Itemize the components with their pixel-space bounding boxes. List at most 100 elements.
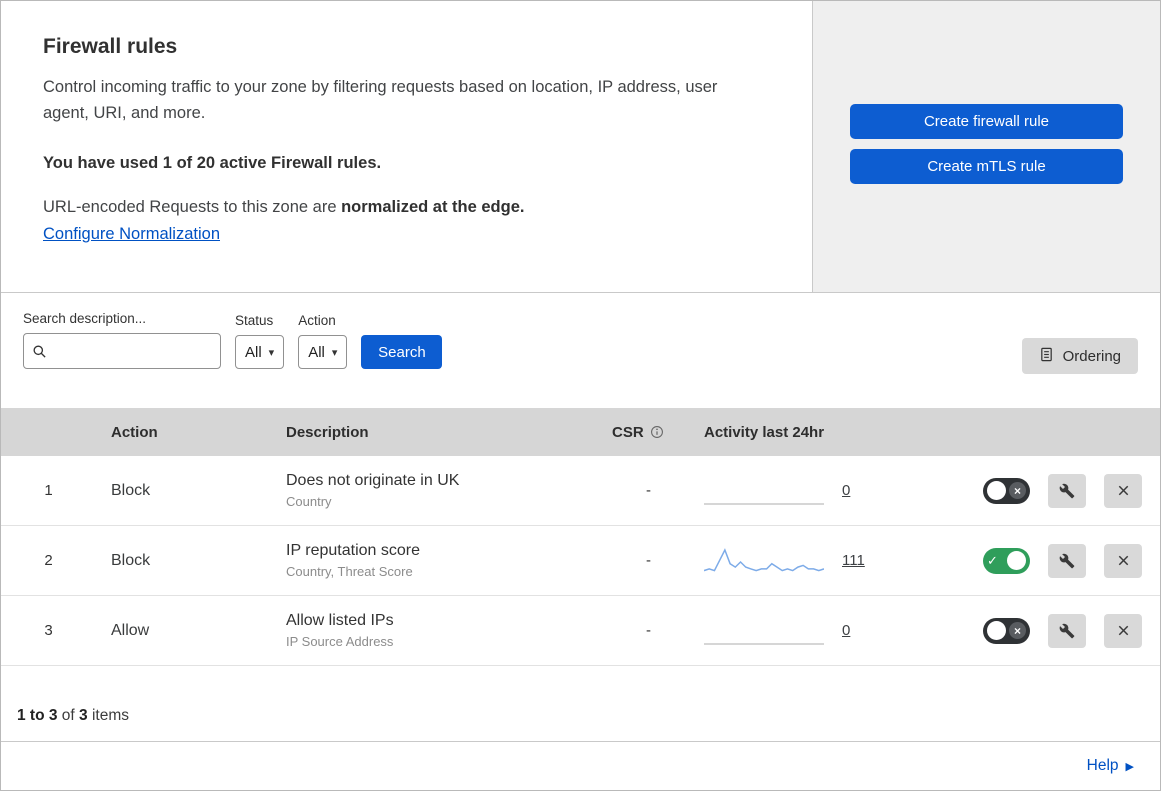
search-group: Search description... xyxy=(23,311,221,369)
rule-controls: × xyxy=(931,473,1160,508)
check-icon: ✓ xyxy=(987,553,998,568)
pagination-of: of xyxy=(61,707,75,724)
delete-rule-button[interactable] xyxy=(1104,543,1142,578)
rule-controls: ✓ xyxy=(931,543,1160,578)
rule-description-cell: IP reputation score Country, Threat Scor… xyxy=(271,542,601,579)
toggle-knob xyxy=(987,621,1006,640)
wrench-icon xyxy=(1059,553,1075,568)
chevron-down-icon: ▾ xyxy=(268,346,275,359)
rule-description: Does not originate in UK xyxy=(286,472,460,489)
x-icon: × xyxy=(1009,482,1026,499)
rule-enabled-toggle[interactable]: × xyxy=(983,477,1030,504)
arrow-right-icon: ▶ xyxy=(1125,760,1134,773)
rule-fields: Country xyxy=(286,494,332,509)
wrench-icon xyxy=(1059,483,1075,498)
search-label: Search description... xyxy=(23,311,147,326)
ordering-button-label: Ordering xyxy=(1062,347,1121,365)
activity-count-link[interactable]: 0 xyxy=(842,622,850,639)
normalization-text: URL-encoded Requests to this zone are xyxy=(43,197,342,216)
edit-rule-button[interactable] xyxy=(1048,473,1086,508)
wrench-icon xyxy=(1059,623,1075,638)
rule-description-cell: Allow listed IPs IP Source Address xyxy=(271,612,601,649)
actions-panel: Create firewall rule Create mTLS rule xyxy=(813,1,1160,292)
usage-summary: You have used 1 of 20 active Firewall ru… xyxy=(43,153,382,172)
activity-sparkline xyxy=(704,475,826,507)
help-link-label: Help xyxy=(1086,757,1119,774)
filter-controls: Search description... Status All ▾ Actio… xyxy=(23,311,443,369)
rule-description: Allow listed IPs xyxy=(286,612,394,629)
toggle-knob xyxy=(1007,551,1026,570)
page-description: Control incoming traffic to your zone by… xyxy=(43,78,718,123)
rule-csr-value: - xyxy=(646,482,651,499)
ordering-icon xyxy=(1039,347,1054,366)
delete-rule-button[interactable] xyxy=(1104,613,1142,648)
pagination-items: items xyxy=(91,707,130,724)
rule-action: Allow xyxy=(111,621,150,639)
rule-csr-value: - xyxy=(646,622,651,639)
action-group: Action All ▾ xyxy=(298,313,348,369)
activity-count-link[interactable]: 0 xyxy=(842,482,850,499)
status-label: Status xyxy=(235,313,274,328)
column-csr-label: CSR xyxy=(612,423,644,441)
rule-activity-cell: 111 xyxy=(696,545,931,577)
rule-controls: × xyxy=(931,613,1160,648)
page-title: Firewall rules xyxy=(43,35,178,58)
rule-fields: IP Source Address xyxy=(286,634,394,649)
action-dropdown-value: All xyxy=(308,343,325,361)
rule-action: Block xyxy=(111,551,151,569)
edit-rule-button[interactable] xyxy=(1048,543,1086,578)
activity-count-link[interactable]: 111 xyxy=(842,552,865,569)
rule-description: IP reputation score xyxy=(286,542,421,559)
pagination-summary: 1 to 3 of 3 items xyxy=(1,666,1160,742)
table-row: 2 Block IP reputation score Country, Thr… xyxy=(1,526,1160,596)
activity-sparkline xyxy=(704,545,826,577)
create-mtls-rule-button[interactable]: Create mTLS rule xyxy=(850,149,1123,184)
rule-action: Block xyxy=(111,481,151,499)
search-icon xyxy=(32,344,47,359)
search-button[interactable]: Search xyxy=(361,335,443,369)
header-section: Firewall rules Control incoming traffic … xyxy=(1,1,1160,293)
rule-enabled-toggle[interactable]: × xyxy=(983,617,1030,644)
header-text-panel: Firewall rules Control incoming traffic … xyxy=(1,1,813,292)
x-icon xyxy=(1118,625,1128,636)
rule-priority: 2 xyxy=(44,552,53,569)
rule-description-cell: Does not originate in UK Country xyxy=(271,472,601,509)
filter-bar: Search description... Status All ▾ Actio… xyxy=(1,293,1160,408)
search-box[interactable] xyxy=(23,333,221,369)
table-row: 3 Allow Allow listed IPs IP Source Addre… xyxy=(1,596,1160,666)
help-link[interactable]: Help ▶ xyxy=(1087,757,1134,775)
search-input[interactable] xyxy=(53,342,212,360)
help-bar: Help ▶ xyxy=(1,742,1160,790)
firewall-rules-page: Firewall rules Control incoming traffic … xyxy=(0,0,1161,791)
rule-activity-cell: 0 xyxy=(696,475,931,507)
x-icon xyxy=(1118,555,1128,566)
table-row: 1 Block Does not originate in UK Country… xyxy=(1,456,1160,526)
pagination-range: 1 to 3 xyxy=(17,707,58,724)
create-firewall-rule-button[interactable]: Create firewall rule xyxy=(850,104,1123,139)
rule-priority: 1 xyxy=(44,482,53,499)
action-dropdown[interactable]: All ▾ xyxy=(298,335,348,369)
column-description: Description xyxy=(286,423,369,441)
status-dropdown-value: All xyxy=(245,343,262,361)
table-header: Action Description CSR Activity last 24h… xyxy=(1,408,1160,456)
ordering-button[interactable]: Ordering xyxy=(1021,338,1138,374)
activity-sparkline xyxy=(704,615,826,647)
chevron-down-icon: ▾ xyxy=(331,346,338,359)
status-dropdown[interactable]: All ▾ xyxy=(235,335,285,369)
rule-priority: 3 xyxy=(44,622,53,639)
rule-enabled-toggle[interactable]: ✓ xyxy=(983,547,1030,574)
column-activity: Activity last 24hr xyxy=(704,423,825,441)
x-icon: × xyxy=(1009,622,1026,639)
column-action: Action xyxy=(111,423,158,441)
delete-rule-button[interactable] xyxy=(1104,473,1142,508)
configure-normalization-link[interactable]: Configure Normalization xyxy=(43,225,220,244)
action-label: Action xyxy=(298,313,336,328)
status-group: Status All ▾ xyxy=(235,313,285,369)
normalization-bold-text: normalized at the edge. xyxy=(341,197,525,216)
info-icon xyxy=(650,425,664,439)
x-icon xyxy=(1118,485,1128,496)
rule-csr-value: - xyxy=(646,552,651,569)
rule-fields: Country, Threat Score xyxy=(286,564,413,579)
edit-rule-button[interactable] xyxy=(1048,613,1086,648)
toggle-knob xyxy=(987,481,1006,500)
